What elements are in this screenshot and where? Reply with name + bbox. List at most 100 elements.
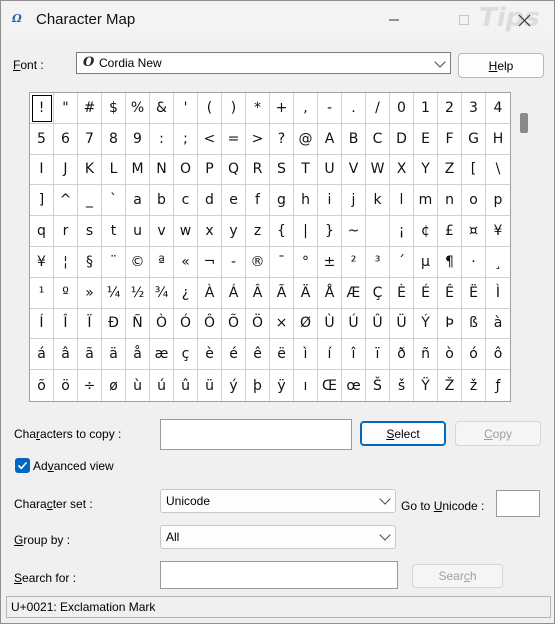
advanced-view-label[interactable]: Advanced view — [33, 459, 114, 473]
character-cell[interactable]: ô — [486, 339, 510, 371]
character-cell[interactable]: C — [366, 123, 390, 155]
character-cell[interactable]: œ — [342, 370, 366, 401]
character-cell[interactable]: l — [390, 185, 414, 217]
copy-button[interactable]: Copy — [455, 421, 541, 446]
character-cell[interactable]: Ô — [198, 308, 222, 340]
character-cell[interactable]: â — [54, 339, 78, 371]
character-cell[interactable]: ý — [222, 370, 246, 401]
character-cell[interactable]: B — [342, 123, 366, 155]
character-cell[interactable]: Ž — [438, 370, 462, 401]
character-cell[interactable]: e — [222, 185, 246, 217]
character-cell[interactable]: § — [78, 246, 102, 278]
character-cell[interactable]: n — [438, 185, 462, 217]
character-cell[interactable]: ( — [198, 93, 222, 124]
character-cell[interactable]: $ — [102, 93, 126, 124]
character-cell[interactable]: I — [30, 154, 54, 186]
character-cell[interactable]: i — [318, 185, 342, 217]
character-cell[interactable]: š — [390, 370, 414, 401]
character-cell[interactable]: Ä — [294, 277, 318, 309]
character-grid[interactable]: ! " # $% & '() * +, -./0 1 2 3 4 5 6 7 8 9:; < = >? @ A B C D E F G H… — [29, 92, 511, 402]
character-cell[interactable]: ã — [78, 339, 102, 371]
character-cell[interactable]: Q — [222, 154, 246, 186]
character-cell[interactable]: Ð — [102, 308, 126, 340]
character-cell[interactable]: [ — [462, 154, 486, 186]
character-cell[interactable]: y — [222, 216, 246, 247]
character-cell[interactable]: ª — [150, 246, 174, 278]
character-cell[interactable]: f — [246, 185, 270, 217]
character-cell[interactable]: p — [486, 185, 510, 217]
character-cell[interactable]: / — [366, 93, 390, 124]
character-cell[interactable]: 9 — [126, 123, 150, 155]
character-cell[interactable]: a — [126, 185, 150, 217]
character-cell[interactable]: Þ — [438, 308, 462, 340]
character-cell[interactable]: ¢ — [414, 216, 438, 247]
character-cell[interactable]: Ë — [462, 277, 486, 309]
character-cell[interactable]: Í — [30, 308, 54, 340]
character-cell[interactable]: : — [150, 123, 174, 155]
character-cell[interactable]: \ — [486, 155, 510, 186]
character-cell[interactable]: ü — [198, 370, 222, 401]
character-cell[interactable]: E — [414, 123, 438, 155]
character-cell[interactable]: ç — [174, 339, 198, 371]
character-cell[interactable]: ð — [390, 339, 414, 371]
character-cell[interactable]: { — [270, 216, 294, 247]
character-cell[interactable]: ¸ — [486, 247, 510, 278]
character-cell[interactable]: ó — [462, 339, 486, 371]
character-cell[interactable]: ¼ — [102, 277, 126, 309]
character-cell[interactable]: Ñ — [126, 308, 150, 340]
character-cell[interactable]: S — [270, 154, 294, 186]
character-cell[interactable]: 3 — [462, 93, 486, 124]
character-cell[interactable]: ! — [30, 93, 54, 124]
character-cell[interactable]: P — [198, 154, 222, 186]
character-cell[interactable]: » — [78, 277, 102, 309]
character-cell[interactable]: ´ — [390, 246, 414, 278]
character-cell[interactable]: M — [126, 154, 150, 186]
character-cell[interactable]: ì — [294, 339, 318, 371]
character-cell[interactable]: @ — [294, 123, 318, 155]
character-cell[interactable]: - — [318, 93, 342, 124]
character-cell[interactable]: L — [102, 154, 126, 186]
close-button[interactable] — [501, 1, 547, 39]
character-cell[interactable]: h — [294, 185, 318, 217]
character-cell[interactable]: Ý — [414, 308, 438, 340]
character-cell[interactable]: U — [318, 154, 342, 186]
character-cell[interactable]: 0 — [390, 93, 414, 124]
character-cell[interactable]: æ — [150, 339, 174, 371]
character-cell[interactable]: Ï — [78, 308, 102, 340]
character-cell[interactable]: Æ — [342, 277, 366, 309]
character-cell[interactable]: k — [366, 185, 390, 217]
character-cell[interactable]: ¤ — [462, 216, 486, 247]
character-cell[interactable]: Ö — [246, 308, 270, 340]
go-to-unicode-input[interactable] — [496, 490, 540, 517]
characters-to-copy-input[interactable] — [160, 419, 352, 450]
character-cell[interactable]: º — [54, 277, 78, 309]
character-cell[interactable]: × — [270, 308, 294, 340]
character-cell[interactable]: s — [78, 216, 102, 247]
character-cell[interactable]: F — [438, 123, 462, 155]
character-cell[interactable]: Ê — [438, 277, 462, 309]
character-cell[interactable]: _ — [78, 185, 102, 217]
character-cell[interactable]: ı — [294, 370, 318, 401]
character-cell[interactable]: Y — [414, 154, 438, 186]
character-cell[interactable]: Ã — [270, 277, 294, 309]
character-cell[interactable]: t — [102, 216, 126, 247]
character-cell[interactable]: T — [294, 154, 318, 186]
character-cell[interactable]: " — [54, 93, 78, 124]
character-cell[interactable]: } — [318, 216, 342, 247]
character-cell[interactable]: £ — [438, 216, 462, 247]
character-cell[interactable]: w — [174, 216, 198, 247]
character-cell[interactable]: # — [78, 93, 102, 124]
character-cell[interactable]: 7 — [78, 123, 102, 155]
character-cell[interactable]: © — [126, 246, 150, 278]
character-cell[interactable]: Å — [318, 277, 342, 309]
character-cell[interactable]: í — [318, 339, 342, 371]
character-cell[interactable]: K — [78, 154, 102, 186]
minimize-button[interactable] — [371, 1, 417, 39]
character-cell[interactable]: È — [390, 277, 414, 309]
character-cell[interactable]: ^ — [54, 185, 78, 217]
character-cell[interactable]: x — [198, 216, 222, 247]
help-button[interactable]: Help — [458, 53, 544, 78]
character-cell[interactable]: Ç — [366, 277, 390, 309]
character-cell[interactable]: ) — [222, 93, 246, 124]
character-cell[interactable] — [366, 216, 390, 247]
